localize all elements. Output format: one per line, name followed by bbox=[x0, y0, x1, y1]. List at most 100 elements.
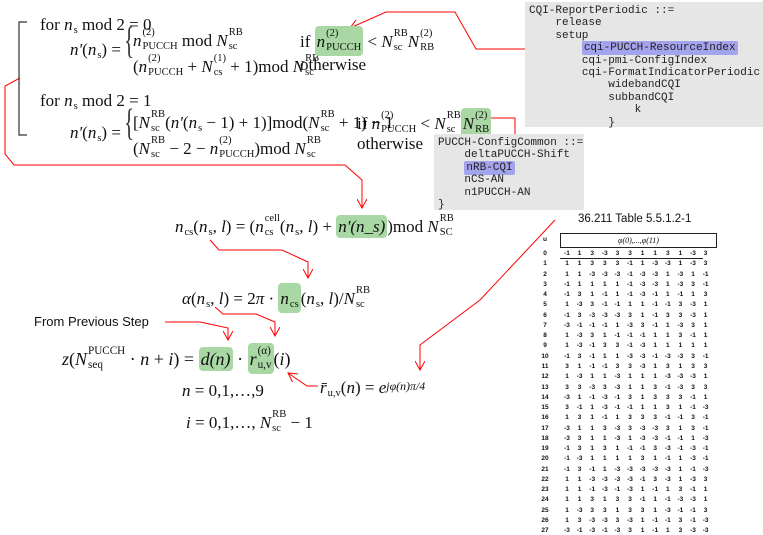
table-cell: 1 bbox=[665, 270, 670, 278]
eq-superscript: (2) bbox=[475, 110, 488, 121]
table-title: 36.211 Table 5.5.1.2-1 bbox=[578, 213, 692, 225]
table-cell: -1 bbox=[564, 465, 570, 473]
eq-scripts: cs bbox=[290, 286, 299, 310]
table-cell: 1 bbox=[602, 465, 607, 473]
table-cell: -1 bbox=[627, 291, 633, 299]
eq-text: )/ bbox=[333, 288, 344, 308]
table-cell: -1 bbox=[664, 414, 671, 422]
eq-term: N RB sc bbox=[139, 109, 165, 134]
table-cell: -3 bbox=[627, 486, 633, 494]
table-cell: -1 bbox=[601, 291, 608, 299]
table-cell: 1 bbox=[653, 342, 657, 350]
table-cell: -1 bbox=[614, 301, 621, 309]
table-cell: 3 bbox=[640, 506, 645, 514]
odd-case-1: [N RB sc(n'(n s − 1) + 1)]mod(N RB sc + 1) −… bbox=[133, 109, 393, 134]
table-cell: 3 bbox=[615, 517, 620, 525]
eq-scripts: (α) u,v bbox=[258, 345, 272, 371]
code-line: cqi-PUCCH-ResourceIndex bbox=[529, 41, 738, 56]
table-cell: -1 bbox=[614, 332, 621, 340]
table-cell: -1 bbox=[564, 352, 570, 360]
eq-term: n cs bbox=[278, 283, 301, 314]
table-cell: 1 bbox=[577, 250, 582, 257]
table-cell: 3 bbox=[577, 414, 582, 422]
table-cell: -3 bbox=[601, 517, 608, 525]
table-cell: 3 bbox=[640, 414, 645, 422]
eq-scripts: (2) PUCCH bbox=[381, 110, 416, 135]
table-cell: -3 bbox=[639, 280, 646, 288]
table-cell: -3 bbox=[690, 311, 696, 319]
table-cell: -3 bbox=[639, 465, 646, 473]
table-cell: 3 bbox=[577, 445, 582, 453]
eq-text: for bbox=[40, 90, 65, 110]
table-cell: 1 bbox=[615, 506, 620, 514]
table-cell: 3 bbox=[691, 362, 695, 370]
table-cell: 1 bbox=[665, 527, 670, 535]
eq-symbol: N bbox=[216, 30, 228, 50]
table-cell: 3 bbox=[653, 445, 657, 453]
table-cell: -3 bbox=[564, 527, 570, 535]
table-cell: -1 bbox=[614, 393, 621, 401]
eq-symbol: z bbox=[62, 348, 70, 369]
eq-superscript: PUCCH bbox=[88, 345, 126, 357]
eq-symbol: n'(n_s) bbox=[338, 216, 386, 236]
table-cell: 1 bbox=[640, 311, 645, 319]
table-cell: -3 bbox=[576, 455, 583, 463]
table-cell: 1 bbox=[577, 475, 582, 483]
table-cell: 1 bbox=[615, 352, 620, 360]
table-row-label: 22 bbox=[541, 475, 549, 483]
table-cell: -1 bbox=[627, 332, 633, 340]
eq-text: · bbox=[264, 288, 279, 308]
table-cell: -1 bbox=[690, 404, 696, 412]
eq-symbol: n bbox=[255, 216, 264, 236]
eq-symbol: π bbox=[255, 288, 265, 308]
eq-scripts: RB sc bbox=[321, 109, 335, 134]
table-cell: -1 bbox=[652, 291, 659, 299]
table-cell: -3 bbox=[690, 373, 696, 381]
connector-table bbox=[420, 219, 556, 370]
eq-term: n bbox=[140, 350, 149, 368]
table-cell: -3 bbox=[664, 445, 671, 453]
table-cell: 3 bbox=[691, 414, 695, 422]
eq-text: = 0,1,…, bbox=[190, 412, 260, 432]
eq-term: N RB sc bbox=[295, 135, 321, 160]
eq-term: r̄ u,v bbox=[320, 375, 341, 399]
table-row-label: 26 bbox=[541, 517, 549, 525]
table-cell: -3 bbox=[589, 475, 596, 483]
table-cell: 3 bbox=[678, 527, 683, 535]
table-cell: 1 bbox=[678, 465, 683, 473]
table-row-label: 3 bbox=[543, 280, 547, 288]
code-line: widebandCQI bbox=[529, 79, 681, 91]
eq-scripts: u,v bbox=[328, 375, 341, 399]
table-row-label: 16 bbox=[541, 414, 549, 422]
eq-symbol: N bbox=[308, 112, 320, 132]
eq-text: + bbox=[149, 348, 169, 369]
table-cell: 1 bbox=[590, 373, 594, 381]
eq-symbol: n bbox=[188, 112, 198, 132]
table-cell: -1 bbox=[627, 260, 633, 268]
table-cell: -1 bbox=[690, 517, 696, 525]
table-cell: 3 bbox=[628, 311, 632, 319]
table-cell: 3 bbox=[678, 393, 683, 401]
table-cell: -3 bbox=[614, 527, 621, 535]
table-cell: -3 bbox=[614, 465, 621, 473]
table-cell: 1 bbox=[665, 280, 670, 288]
table-row-label: 25 bbox=[541, 506, 549, 514]
table-header-box: φ(0),...,φ(11) bbox=[560, 233, 717, 248]
table-cell: -1 bbox=[652, 517, 659, 525]
table-cell: 3 bbox=[602, 260, 607, 268]
table-cell: -3 bbox=[576, 506, 583, 514]
eq-text: mod bbox=[177, 30, 217, 50]
table-row-label: 5 bbox=[543, 301, 547, 309]
table-cell: -1 bbox=[627, 445, 633, 453]
connector-rbar bbox=[288, 373, 318, 387]
eq-superscript: (2) bbox=[381, 110, 394, 121]
table-cell: 1 bbox=[602, 455, 607, 463]
eq-scripts: PUCCH seq bbox=[88, 345, 126, 371]
table-cell: -1 bbox=[564, 445, 570, 453]
table-cell: 1 bbox=[565, 260, 569, 268]
table-cell: -1 bbox=[564, 280, 570, 288]
eq-text: if bbox=[357, 113, 372, 133]
ncs-equation: n cs(n s, l) = (n cell cs(n s, l) + n'(n_s… bbox=[175, 213, 454, 238]
table-cell: 1 bbox=[678, 250, 683, 257]
table-cell: -1 bbox=[690, 486, 696, 494]
